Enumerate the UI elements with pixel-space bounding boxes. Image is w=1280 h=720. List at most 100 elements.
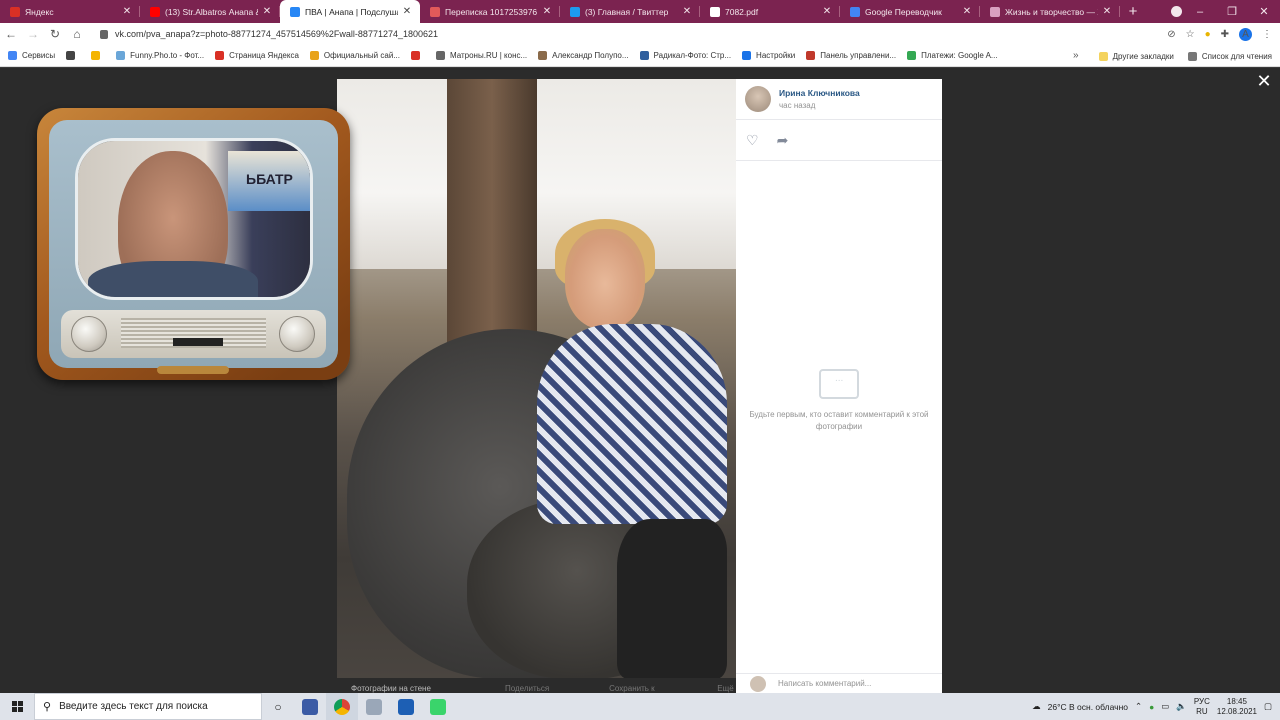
bookmark-label: Другие закладки (1112, 51, 1174, 61)
chrome-icon[interactable] (326, 693, 358, 720)
star-icon[interactable]: ☆ (1186, 29, 1195, 40)
author-name[interactable]: Ирина Ключникова (779, 88, 860, 98)
search-placeholder[interactable]: Введите здесь текст для поиска (59, 701, 208, 712)
bookmark-item[interactable] (410, 51, 425, 60)
bookmark-item[interactable]: Панель управлени... (806, 51, 896, 60)
webcam-flag: ЬБАТР (228, 151, 310, 211)
recorder-app-icon[interactable] (422, 693, 454, 720)
feather-app-icon[interactable] (390, 693, 422, 720)
bookmark-item[interactable]: Funny.Pho.to - Фот... (116, 51, 204, 60)
extension-icon[interactable]: ● (1205, 29, 1211, 40)
profile-avatar[interactable]: A (1239, 27, 1252, 41)
tab-3[interactable]: Переписка 1017253976 — ... ✕ (420, 0, 560, 23)
close-tab-icon[interactable]: ✕ (682, 6, 692, 17)
close-tab-icon[interactable]: ✕ (962, 6, 972, 17)
author-avatar[interactable] (745, 86, 771, 112)
bookmark-item[interactable]: Страница Яндекса (215, 51, 299, 60)
bookmark-item[interactable]: Настройки (742, 51, 795, 60)
tab-favicon-icon (850, 6, 860, 17)
bookmark-other[interactable]: Другие закладки (1098, 51, 1174, 61)
weather-text[interactable]: 26°C В осн. облачно (1048, 702, 1128, 712)
bookmark-favicon-icon (116, 51, 126, 60)
close-tab-icon[interactable]: ✕ (122, 6, 132, 17)
bookmark-item[interactable]: Сервисы (8, 51, 55, 60)
photo-legs (617, 519, 727, 678)
tab-title: (13) Str.Albatros Анапа & ... (165, 6, 258, 17)
bookmark-favicon-icon (806, 51, 816, 60)
tab-search-icon[interactable] (1171, 6, 1182, 17)
close-tab-icon[interactable]: ✕ (1102, 6, 1112, 17)
more-bookmarks-button[interactable]: » (1073, 50, 1079, 61)
bookmark-label: Funny.Pho.to - Фот... (130, 51, 205, 60)
bookmark-item[interactable]: Платежи: Google A... (907, 51, 998, 60)
save-app-icon[interactable] (294, 693, 326, 720)
bookmark-favicon-icon (435, 51, 445, 60)
close-tab-icon[interactable]: ✕ (542, 6, 552, 17)
tab-0[interactable]: Яндекс ✕ (0, 0, 140, 23)
taskbar-search[interactable]: ⚲ Введите здесь текст для поиска (34, 693, 262, 720)
restore-button[interactable]: ❐ (1216, 5, 1248, 18)
tab-4[interactable]: (3) Главная / Твиттер ✕ (560, 0, 700, 23)
menu-dots-icon[interactable]: ⋮ (1262, 29, 1272, 40)
bookmark-item[interactable]: Радикал-Фото: Стр... (639, 51, 731, 60)
eye-off-icon[interactable]: ⊘ (1167, 29, 1175, 40)
tab-title: Жизнь и творчество — Ж... (1005, 6, 1098, 17)
browser-tab-strip: Яндекс✕(13) Str.Albatros Анапа & ...✕ПВА… (0, 0, 1280, 23)
lock-icon[interactable] (100, 29, 108, 39)
network-icon[interactable]: ▭ (1161, 701, 1169, 712)
app-icon[interactable] (358, 693, 390, 720)
new-tab-button[interactable]: + (1120, 0, 1146, 23)
like-heart-icon[interactable]: ♡ (746, 132, 759, 149)
back-arrow-icon[interactable]: ← (0, 27, 22, 41)
close-window-button[interactable]: ✕ (1248, 5, 1280, 18)
bookmark-item[interactable]: Матроны.RU | конс... (435, 51, 527, 60)
tab-7[interactable]: Жизнь и творчество — Ж... ✕ (980, 0, 1120, 23)
bookmark-label: Страница Яндекса (229, 51, 299, 60)
address-bar-actions: ⊘ ☆ ● ✚ A ⋮ (1167, 23, 1272, 45)
language-indicator[interactable]: РУС RU (1194, 697, 1210, 717)
minimize-button[interactable]: – (1184, 6, 1216, 18)
url-text[interactable]: vk.com/pva_anapa?z=photo-88771274_457514… (115, 29, 438, 39)
post-time[interactable]: час назад (779, 101, 860, 110)
bookmark-item[interactable]: Официальный сай... (309, 51, 400, 60)
close-tab-icon[interactable]: ✕ (822, 6, 832, 17)
clock[interactable]: 18:45 12.08.2021 (1217, 697, 1257, 717)
close-tab-icon[interactable]: ✕ (402, 6, 412, 17)
reload-icon[interactable]: ↻ (44, 27, 66, 41)
comment-placeholder[interactable]: Написать комментарий... (778, 679, 871, 688)
windows-taskbar: ⚲ Введите здесь текст для поиска ○ ☁ 26°… (0, 693, 1280, 720)
tab-5[interactable]: 7082.pdf ✕ (700, 0, 840, 23)
tray-chevron-icon[interactable]: ⌃ (1135, 701, 1142, 712)
reading-list-icon (1187, 51, 1197, 61)
share-arrow-icon[interactable]: ➦ (777, 132, 789, 149)
tab-2[interactable]: ПВА | Анапа | Подслушано ✕ (280, 0, 420, 23)
tab-favicon-icon (150, 6, 160, 17)
volume-icon[interactable]: 🔈 (1176, 701, 1187, 712)
tab-favicon-icon (430, 6, 440, 17)
clock-time: 18:45 (1226, 696, 1247, 706)
url-field[interactable]: vk.com/pva_anapa?z=photo-88771274_457514… (100, 25, 1190, 43)
notifications-icon[interactable]: ▢ (1264, 701, 1272, 712)
home-icon[interactable]: ⌂ (66, 27, 88, 41)
viewer-photo[interactable] (337, 79, 736, 678)
forward-arrow-icon[interactable]: → (22, 27, 44, 41)
bookmark-item[interactable]: Александр Полупо... (538, 51, 629, 60)
bookmark-item[interactable] (66, 51, 80, 60)
comment-composer[interactable]: Написать комментарий... (736, 673, 942, 693)
tray-app-icon[interactable]: ● (1149, 702, 1154, 712)
bookmark-item[interactable] (91, 51, 105, 60)
tab-1[interactable]: (13) Str.Albatros Анапа & ... ✕ (140, 0, 280, 23)
start-button[interactable] (0, 693, 34, 720)
weather-icon[interactable]: ☁ (1032, 701, 1041, 712)
tab-6[interactable]: Google Переводчик ✕ (840, 0, 980, 23)
puzzle-icon[interactable]: ✚ (1221, 29, 1229, 40)
tab-separator (1119, 6, 1120, 17)
empty-comments-text: Будьте первым, кто оставит комментарий к… (749, 410, 929, 431)
bookmark-reading-list[interactable]: Список для чтения (1187, 51, 1272, 61)
bookmark-label: Панель управлени... (820, 51, 897, 60)
tv-left-knob (71, 316, 107, 352)
close-viewer-icon[interactable]: ✕ (1256, 72, 1272, 90)
task-view-icon[interactable]: ○ (262, 693, 294, 720)
bookmark-favicon-icon (742, 51, 752, 60)
close-tab-icon[interactable]: ✕ (262, 6, 272, 17)
